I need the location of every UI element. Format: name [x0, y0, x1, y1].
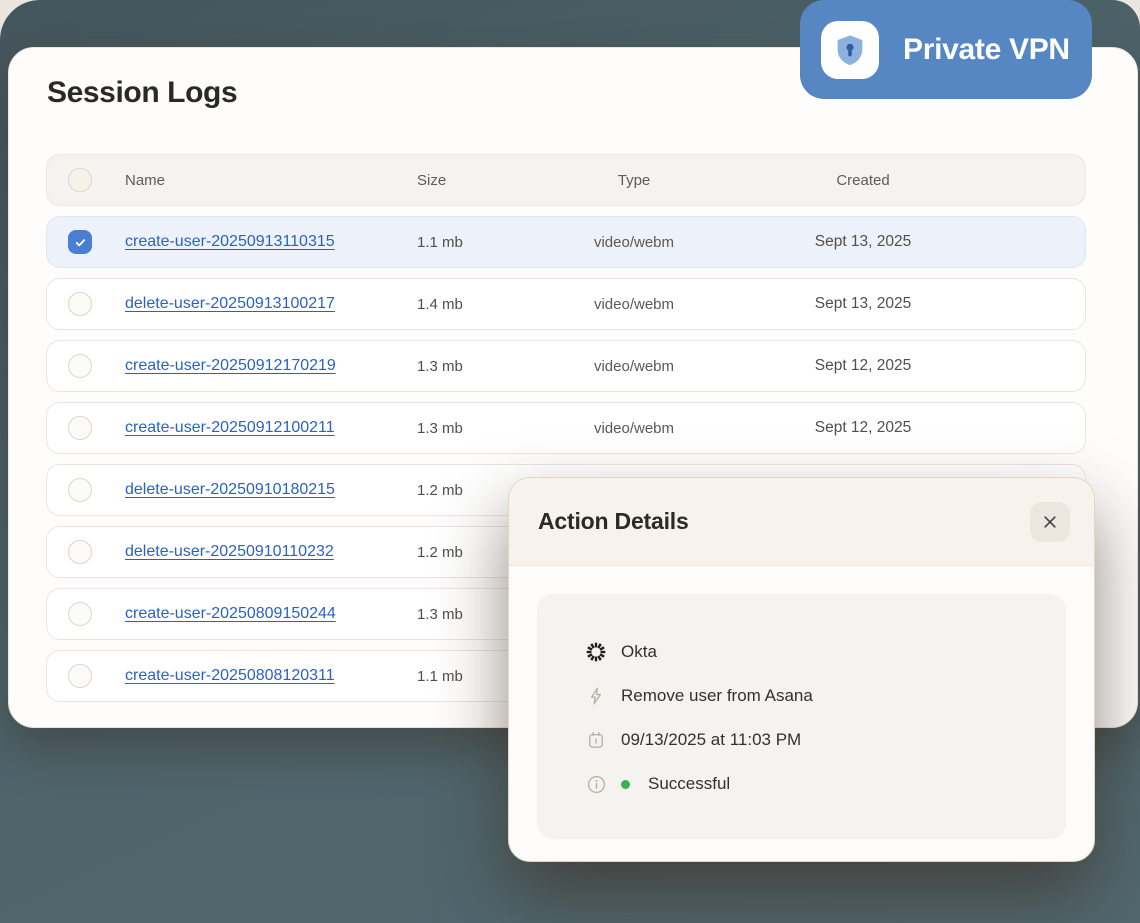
row-checkbox[interactable] — [68, 354, 92, 378]
row-checkbox[interactable] — [68, 230, 92, 254]
detail-action-text: Remove user from Asana — [621, 686, 813, 706]
table-row[interactable]: create-user-20250913110315 1.1 mb video/… — [46, 216, 1086, 268]
size-cell: 1.1 mb — [405, 234, 555, 251]
row-checkbox[interactable] — [68, 664, 92, 688]
session-name-cell: create-user-20250912100211 — [113, 419, 405, 437]
column-header-name: Name — [113, 172, 405, 189]
row-checkbox-cell — [47, 664, 113, 688]
session-name-cell: delete-user-20250910180215 — [113, 481, 405, 499]
page-title: Session Logs — [47, 76, 237, 110]
table-header-row: Name Size Type Created — [46, 154, 1086, 206]
type-cell: video/webm — [555, 420, 713, 437]
session-name-cell: delete-user-20250910110232 — [113, 543, 405, 561]
session-name-cell: create-user-20250809150244 — [113, 605, 405, 623]
created-cell: Sept 12, 2025 — [713, 419, 1013, 437]
session-log-link[interactable]: create-user-20250912170219 — [125, 357, 336, 374]
row-checkbox-cell — [47, 540, 113, 564]
size-cell: 1.3 mb — [405, 358, 555, 375]
table-row[interactable]: delete-user-20250913100217 1.4 mb video/… — [46, 278, 1086, 330]
row-checkbox-cell — [47, 602, 113, 626]
row-checkbox-cell — [47, 292, 113, 316]
detail-app-name: Okta — [621, 642, 657, 662]
session-log-link[interactable]: delete-user-20250910180215 — [125, 481, 335, 498]
created-cell: Sept 13, 2025 — [713, 295, 1013, 313]
lightning-icon — [585, 685, 607, 707]
column-header-type: Type — [555, 172, 713, 189]
row-checkbox-cell — [47, 230, 113, 254]
detail-item-app: Okta — [585, 630, 1066, 674]
row-checkbox-cell — [47, 354, 113, 378]
session-log-link[interactable]: create-user-20250912100211 — [125, 419, 335, 436]
table-row[interactable]: create-user-20250912100211 1.3 mb video/… — [46, 402, 1086, 454]
info-icon — [585, 773, 607, 795]
header-checkbox-cell — [47, 168, 113, 192]
status-success-dot — [621, 780, 630, 789]
detail-item-datetime: 09/13/2025 at 11:03 PM — [585, 718, 1066, 762]
modal-title: Action Details — [538, 508, 689, 535]
private-vpn-badge: Private VPN — [800, 0, 1092, 99]
row-checkbox-cell — [47, 478, 113, 502]
detail-status-text: Successful — [648, 774, 730, 794]
row-checkbox[interactable] — [68, 478, 92, 502]
table-row[interactable]: create-user-20250912170219 1.3 mb video/… — [46, 340, 1086, 392]
created-cell: Sept 12, 2025 — [713, 357, 1013, 375]
session-log-link[interactable]: create-user-20250809150244 — [125, 605, 336, 622]
session-name-cell: create-user-20250913110315 — [113, 233, 405, 251]
detail-item-status: Successful — [585, 762, 1066, 806]
row-checkbox-cell — [47, 416, 113, 440]
screenshot-stage: Session Logs Name Size Type Created — [0, 0, 1140, 923]
okta-logo-icon — [585, 641, 607, 663]
row-checkbox[interactable] — [68, 602, 92, 626]
created-cell: Sept 13, 2025 — [713, 233, 1013, 251]
column-header-size: Size — [405, 172, 555, 189]
calendar-icon — [585, 729, 607, 751]
size-cell: 1.4 mb — [405, 296, 555, 313]
type-cell: video/webm — [555, 234, 713, 251]
modal-header: Action Details — [509, 478, 1094, 566]
session-log-link[interactable]: create-user-20250808120311 — [125, 667, 335, 684]
select-all-checkbox[interactable] — [68, 168, 92, 192]
size-cell: 1.3 mb — [405, 420, 555, 437]
shield-keyhole-icon — [821, 21, 879, 79]
type-cell: video/webm — [555, 296, 713, 313]
session-log-link[interactable]: delete-user-20250910110232 — [125, 543, 334, 560]
close-button[interactable] — [1030, 502, 1070, 542]
detail-panel: Okta Remove user from Asana — [537, 594, 1066, 839]
action-details-modal: Action Details — [508, 477, 1095, 862]
row-checkbox[interactable] — [68, 292, 92, 316]
row-checkbox[interactable] — [68, 540, 92, 564]
session-log-link[interactable]: create-user-20250913110315 — [125, 233, 335, 250]
session-log-link[interactable]: delete-user-20250913100217 — [125, 295, 335, 312]
type-cell: video/webm — [555, 358, 713, 375]
detail-datetime-text: 09/13/2025 at 11:03 PM — [621, 730, 801, 750]
row-checkbox[interactable] — [68, 416, 92, 440]
check-icon — [73, 235, 88, 250]
session-name-cell: create-user-20250912170219 — [113, 357, 405, 375]
column-header-created: Created — [713, 172, 1013, 189]
session-name-cell: create-user-20250808120311 — [113, 667, 405, 685]
detail-item-action: Remove user from Asana — [585, 674, 1066, 718]
badge-label: Private VPN — [903, 33, 1070, 67]
session-name-cell: delete-user-20250913100217 — [113, 295, 405, 313]
close-icon — [1042, 514, 1058, 530]
